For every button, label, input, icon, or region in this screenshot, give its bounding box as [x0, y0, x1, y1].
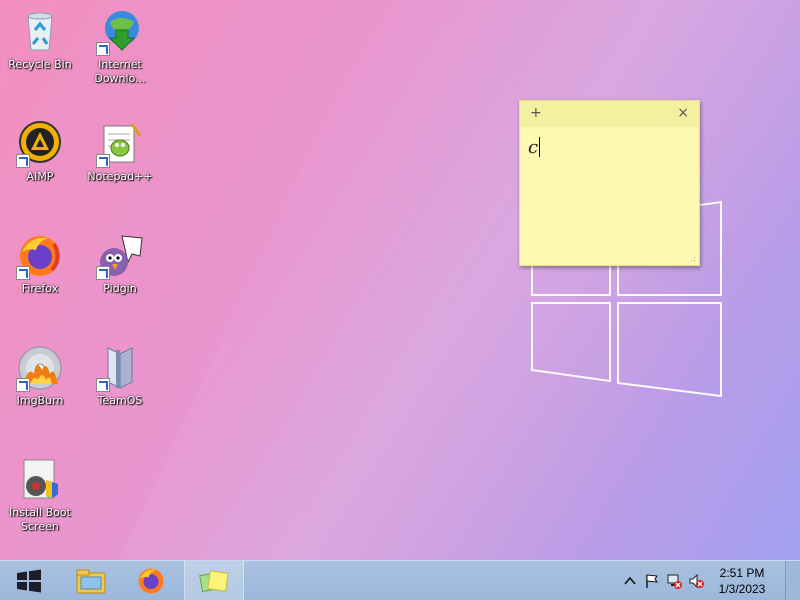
- desktop[interactable]: Recycle Bin Internet Downlo... AIMP Note…: [0, 0, 800, 560]
- desktop-icon-recycle-bin[interactable]: Recycle Bin: [0, 8, 80, 72]
- desktop-icon-label: Notepad++: [87, 170, 153, 183]
- pidgin-icon: [96, 232, 144, 280]
- taskbar: 2:51 PM 1/3/2023: [0, 560, 800, 600]
- internet-download-manager-icon: [96, 8, 144, 56]
- desktop-icon-label: Install Boot Screen: [9, 506, 71, 533]
- firefox-icon: [16, 232, 64, 280]
- desktop-icon-label: Internet Downlo...: [94, 58, 146, 85]
- teamos-folder-icon: [96, 344, 144, 392]
- desktop-icon-internet-download-manager[interactable]: Internet Downlo...: [80, 8, 160, 86]
- windows-start-icon: [17, 569, 41, 592]
- installer-package-icon: [16, 456, 64, 504]
- desktop-icon-label: Firefox: [21, 282, 59, 295]
- system-tray: [622, 561, 704, 600]
- sticky-note-text: c: [528, 137, 539, 158]
- volume-muted-icon[interactable]: [688, 573, 704, 589]
- chevron-up-icon[interactable]: [622, 573, 638, 589]
- desktop-icon-notepad-plus-plus[interactable]: Notepad++: [80, 120, 160, 184]
- desktop-icon-pidgin[interactable]: Pidgin: [80, 232, 160, 296]
- network-icon[interactable]: [666, 573, 682, 589]
- sticky-note-window[interactable]: + × c .:: [519, 100, 700, 266]
- show-desktop-button[interactable]: [785, 561, 800, 600]
- sticky-note-text-area[interactable]: c: [528, 137, 541, 158]
- shortcut-arrow-icon: [96, 42, 110, 56]
- desktop-icon-label: ImgBurn: [16, 394, 64, 407]
- desktop-icon-firefox[interactable]: Firefox: [0, 232, 80, 296]
- taskbar-firefox-button[interactable]: [122, 561, 180, 600]
- desktop-icon-label: Pidgin: [103, 282, 137, 295]
- shortcut-arrow-icon: [16, 154, 30, 168]
- aimp-icon: [16, 120, 64, 168]
- desktop-icon-label: Recycle Bin: [8, 58, 72, 71]
- explorer-icon: [76, 569, 106, 593]
- clock-time: 2:51 PM: [719, 566, 765, 580]
- shortcut-arrow-icon: [96, 266, 110, 280]
- resize-grip[interactable]: .:: [691, 254, 696, 263]
- taskbar-sticky-notes-button[interactable]: [184, 561, 244, 600]
- recycle-bin-icon: [16, 8, 64, 56]
- start-button[interactable]: [0, 561, 58, 600]
- action-center-flag-icon[interactable]: [644, 573, 660, 589]
- close-note-button[interactable]: ×: [677, 105, 689, 121]
- taskbar-explorer-button[interactable]: [62, 561, 120, 600]
- desktop-icon-label: AIMP: [26, 170, 54, 183]
- shortcut-arrow-icon: [16, 378, 30, 392]
- add-note-button[interactable]: +: [530, 105, 542, 121]
- shortcut-arrow-icon: [96, 154, 110, 168]
- notepad-plus-plus-icon: [96, 120, 144, 168]
- sticky-note-title-bar[interactable]: + ×: [520, 101, 699, 127]
- desktop-icon-aimp[interactable]: AIMP: [0, 120, 80, 184]
- shortcut-arrow-icon: [96, 378, 110, 392]
- clock-date: 1/3/2023: [718, 582, 766, 596]
- desktop-icon-install-boot-screen[interactable]: Install Boot Screen: [0, 456, 80, 534]
- desktop-icon-teamos[interactable]: TeamOS: [80, 344, 160, 408]
- firefox-icon: [138, 568, 164, 593]
- sticky-notes-icon: [199, 569, 229, 592]
- desktop-icon-imgburn[interactable]: ImgBurn: [0, 344, 80, 408]
- taskbar-clock[interactable]: 2:51 PM 1/3/2023: [712, 565, 772, 597]
- shortcut-arrow-icon: [16, 266, 30, 280]
- text-cursor: [539, 137, 541, 157]
- imgburn-icon: [16, 344, 64, 392]
- desktop-icon-label: TeamOS: [97, 394, 143, 407]
